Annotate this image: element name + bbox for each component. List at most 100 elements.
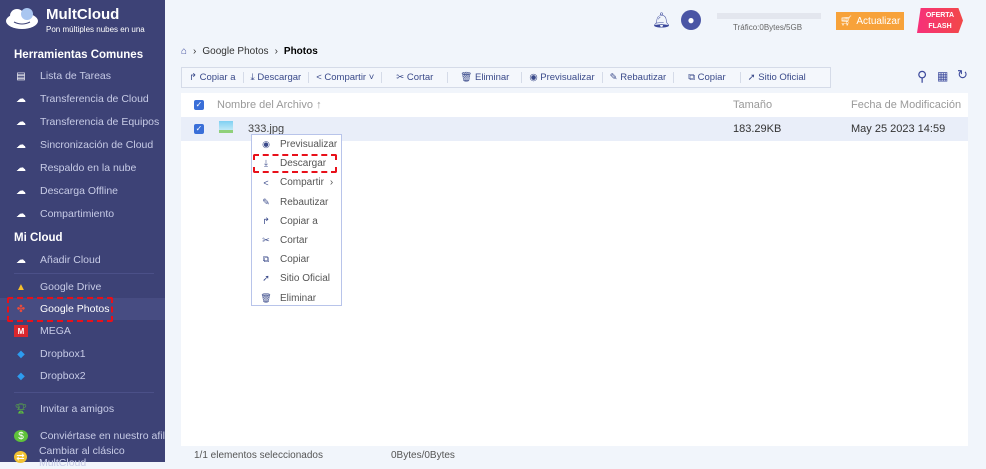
scissors-icon: ✂ [262,235,270,246]
sidebar-item-dropbox1[interactable]: ◆ Dropbox1 [0,343,165,365]
column-size[interactable]: Tamaño [733,99,772,111]
row-checkbox[interactable]: ✓ [194,124,204,134]
column-label: Nombre del Archivo [217,99,313,111]
button-label: Previsualizar [540,72,595,83]
breadcrumb-separator: › [274,46,278,57]
refresh-icon[interactable]: ↻ [957,67,968,83]
dropbox-icon: ◆ [17,348,25,360]
select-all-checkbox[interactable]: ✓ [194,100,204,110]
button-label: Eliminar [475,72,510,83]
sidebar-item-label: Cambiar al clásico MultCloud [38,445,125,469]
sidebar-item-add-cloud[interactable]: ☁ Añadir Cloud [0,249,165,271]
toolbar: ↱ Copiar a ⤓ Descargar < Compartir ˅ ✂ C… [181,67,831,88]
cloud-sync-icon: ☁ [16,139,26,151]
sidebar-item-cloud-backup[interactable]: ☁ Respaldo en la nube [0,157,165,179]
share-button[interactable]: < Compartir ˅ [309,72,383,83]
sidebar-item-classic[interactable]: ⇄ Cambiar al clásico MultCloud [0,445,165,469]
sidebar-item-affiliate[interactable]: $ Conviértase en nuestro afil [0,425,165,447]
sidebar: MultCloud Pon múltiples nubes en una Her… [0,0,165,469]
switch-icon: ⇄ [14,451,27,463]
menu-label: Cortar [280,235,308,247]
menu-item-official-site[interactable]: ➚ Sitio Oficial [252,269,341,288]
copy-button[interactable]: ⧉ Copiar [674,72,741,83]
sidebar-item-label: Dropbox1 [40,348,86,360]
sidebar-item-label: Conviértase en nuestro afil [40,430,165,442]
divider [14,392,154,393]
menu-item-copy-to[interactable]: ↱ Copiar a [252,212,341,231]
breadcrumb-current: Photos [283,46,318,57]
menu-label: Sitio Oficial [280,273,331,285]
search-icon[interactable]: ⚲ [917,68,927,85]
sidebar-item-team-transfer[interactable]: ☁ Transferencia de Equipos [0,111,165,133]
menu-label: Eliminar [280,292,317,304]
grid-view-icon[interactable]: ▦ [937,69,948,83]
brand-name: MultCloud [46,6,120,23]
trophy-icon: 🏆︎ [14,403,28,415]
sidebar-item-offline-download[interactable]: ☁ Descarga Offline [0,180,165,202]
menu-item-copy[interactable]: ⧉ Copiar [252,250,341,269]
menu-item-delete[interactable]: 🗑︎ Eliminar [252,289,341,308]
download-button[interactable]: ⤓ Descargar [244,72,310,83]
file-size: 183.29KB [733,123,782,135]
menu-label: Copiar a [280,215,318,227]
button-label: Descargar [257,72,302,83]
menu-item-preview[interactable]: ◉ Previsualizar [252,135,341,154]
cut-button[interactable]: ✂ Cortar [382,72,449,83]
button-label: Rebautizar [620,72,667,83]
sidebar-item-label: Respaldo en la nube [40,162,137,174]
menu-item-cut[interactable]: ✂ Cortar [252,231,341,250]
sidebar-item-label: Compartimiento [40,208,115,220]
clipboard-icon: ▤ [16,70,26,82]
sidebar-item-mega[interactable]: M MEGA [0,320,165,342]
official-site-button[interactable]: ➚ Sitio Oficial [741,72,813,83]
sidebar-item-label: Google Drive [40,281,102,293]
button-label: Copiar a [199,72,236,83]
eye-icon: ◉ [262,139,270,150]
upgrade-button[interactable]: 🛒︎ Actualizar [836,12,904,30]
flash-line: FLASH [928,23,952,30]
user-avatar-icon[interactable]: ● [681,10,701,30]
multcloud-logo-icon [6,8,38,29]
pencil-icon: ✎ [262,196,270,207]
sidebar-item-cloud-sync[interactable]: ☁ Sincronización de Cloud [0,134,165,156]
breadcrumb: ⌂ › Google Photos › Photos [181,46,318,57]
bell-icon[interactable]: 🔔︎ [652,11,671,29]
delete-button[interactable]: 🗑︎ Eliminar [448,72,523,83]
dollar-icon: $ [14,430,28,442]
copy-to-button[interactable]: ↱ Copiar a [182,72,244,83]
section-my-cloud: Mi Cloud [14,232,63,244]
sidebar-item-label: Añadir Cloud [40,254,101,266]
section-common-tools: Herramientas Comunes [14,49,144,61]
breadcrumb-parent[interactable]: Google Photos [202,46,268,57]
menu-item-share[interactable]: < Compartir › [252,173,341,192]
column-date[interactable]: Fecha de Modificación [851,99,961,111]
mega-icon: M [14,325,28,337]
flash-offer-badge[interactable]: OFERTA FLASH [917,8,963,33]
google-drive-icon: ▲ [16,281,26,293]
sidebar-item-google-drive[interactable]: ▲ Google Drive [0,276,165,298]
sidebar-item-label: Transferencia de Cloud [40,93,149,105]
home-icon[interactable]: ⌂ [181,46,187,57]
file-date: May 25 2023 14:59 [851,123,946,135]
preview-button[interactable]: ◉ Previsualizar [522,72,603,83]
divider [14,273,154,274]
rename-button[interactable]: ✎ Rebautizar [603,72,675,83]
brand-slogan: Pon múltiples nubes en una [46,25,145,34]
menu-item-rename[interactable]: ✎ Rebautizar [252,193,341,212]
sidebar-item-label: MEGA [40,325,71,337]
cloud-backup-icon: ☁ [16,162,26,174]
sidebar-item-label: Sincronización de Cloud [40,139,154,151]
sidebar-item-dropbox2[interactable]: ◆ Dropbox2 [0,365,165,387]
upgrade-label: Actualizar [856,15,901,27]
sidebar-item-label: Lista de Tareas [40,70,112,82]
copy-icon: ⧉ [262,254,270,265]
sidebar-item-invite[interactable]: 🏆︎ Invitar a amigos [0,398,165,420]
sidebar-item-share[interactable]: ☁ Compartimiento [0,203,165,225]
column-name[interactable]: Nombre del Archivo ↑ [217,99,322,111]
sidebar-item-label: Transferencia de Equipos [40,116,160,128]
cart-icon: 🛒︎ [839,15,853,27]
button-label: Cortar [406,72,434,83]
sidebar-item-cloud-transfer[interactable]: ☁ Transferencia de Cloud [0,88,165,110]
sidebar-item-task-list[interactable]: ▤ Lista de Tareas [0,65,165,87]
traffic-bar [717,13,821,19]
